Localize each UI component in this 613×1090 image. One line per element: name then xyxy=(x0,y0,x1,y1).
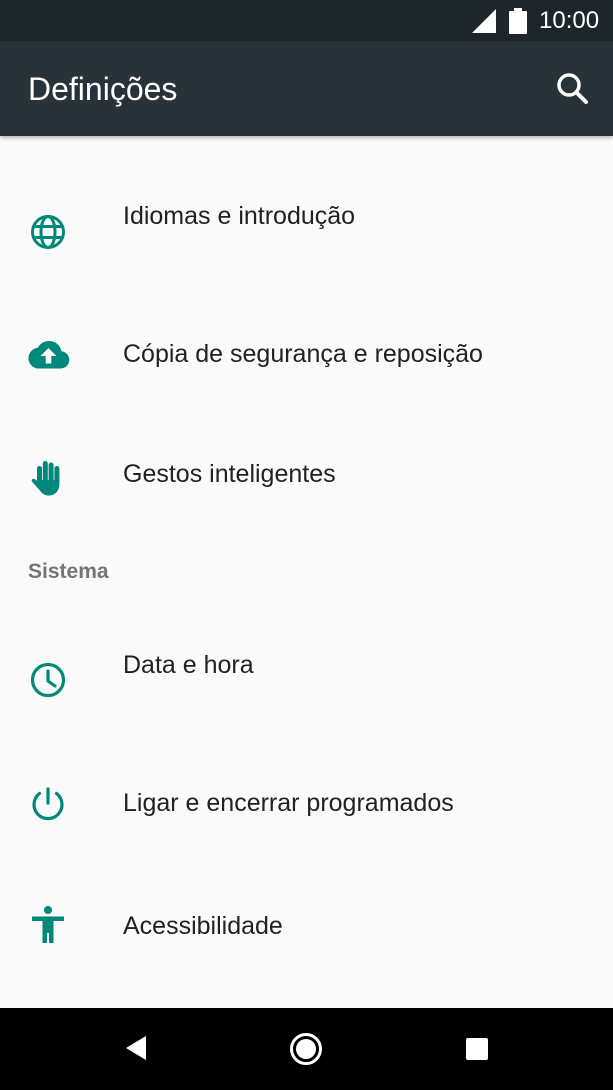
settings-item-date-time[interactable]: Data e hora xyxy=(0,616,613,726)
settings-list: Idiomas e introdução Cópia de segurança … xyxy=(0,136,613,1008)
clock-time: 10:00 xyxy=(539,7,600,34)
settings-item-backup[interactable]: Cópia de segurança e reposição xyxy=(0,308,613,408)
settings-item-label: Cópia de segurança e reposição xyxy=(123,340,483,368)
settings-item-gestures[interactable]: Gestos inteligentes xyxy=(0,434,613,524)
signal-icon xyxy=(472,9,496,33)
section-header-system: Sistema xyxy=(28,560,109,583)
recents-icon[interactable] xyxy=(465,1037,489,1061)
power-icon xyxy=(32,787,64,821)
navigation-bar xyxy=(0,1008,613,1090)
settings-item-scheduled-power[interactable]: Ligar e encerrar programados xyxy=(0,760,613,860)
settings-item-label: Data e hora xyxy=(123,651,254,679)
hand-icon xyxy=(31,461,60,496)
settings-item-label: Idiomas e introdução xyxy=(123,202,356,230)
back-icon[interactable] xyxy=(124,1034,150,1062)
accessibility-icon xyxy=(32,906,64,943)
globe-icon xyxy=(31,215,65,249)
settings-item-languages[interactable]: Idiomas e introdução xyxy=(0,176,613,286)
home-icon[interactable] xyxy=(289,1032,323,1066)
settings-item-label: Ligar e encerrar programados xyxy=(123,789,454,817)
search-icon[interactable] xyxy=(552,69,592,109)
battery-icon xyxy=(509,8,527,34)
status-bar: 10:00 xyxy=(0,0,613,41)
settings-item-label: Gestos inteligentes xyxy=(123,460,336,488)
clock-icon xyxy=(30,662,66,698)
cloud-upload-icon xyxy=(28,341,70,369)
app-bar: Definições xyxy=(0,41,613,136)
settings-item-label: Acessibilidade xyxy=(123,912,283,940)
settings-item-accessibility[interactable]: Acessibilidade xyxy=(0,882,613,982)
page-title: Definições xyxy=(28,71,178,107)
